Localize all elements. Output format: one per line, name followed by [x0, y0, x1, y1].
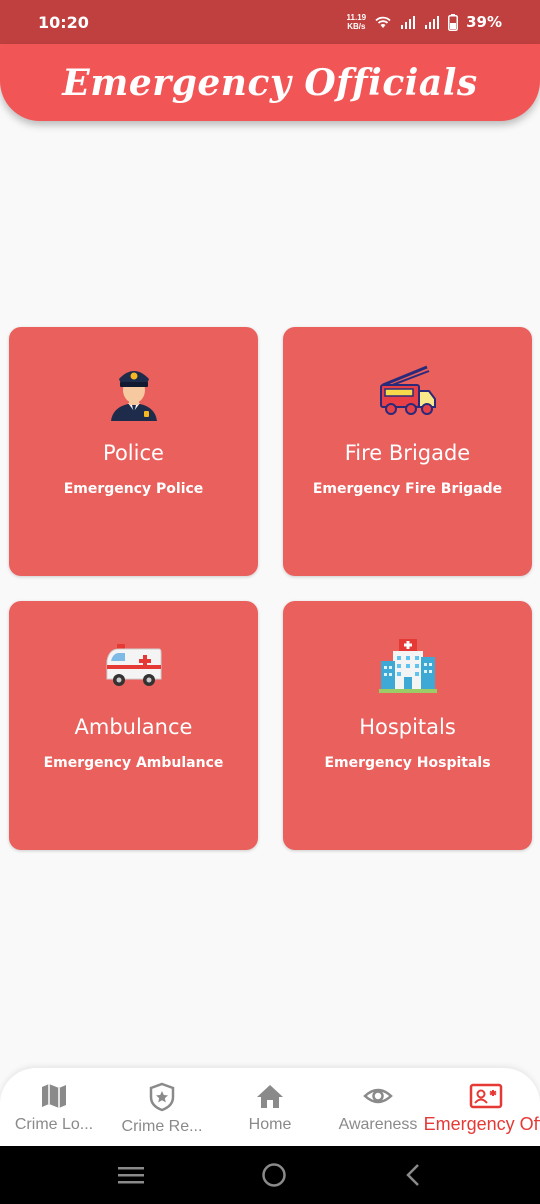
badge-star-icon [148, 1082, 176, 1112]
card-title: Fire Brigade [344, 441, 471, 465]
fire-brigade-card[interactable]: Fire Brigade Emergency Fire Brigade [283, 327, 532, 576]
status-bar: 10:20 11.19 KB/s 39% [0, 0, 540, 44]
recents-icon[interactable] [118, 1165, 145, 1185]
nav-label: Home [248, 1116, 292, 1133]
police-card[interactable]: Police Emergency Police [9, 327, 258, 576]
back-icon[interactable] [404, 1163, 422, 1187]
hospitals-card[interactable]: Hospitals Emergency Hospitals [283, 601, 532, 850]
system-nav-bar [0, 1146, 540, 1204]
eye-icon [363, 1082, 393, 1110]
app-header: Emergency Officials [0, 44, 540, 121]
police-officer-icon [103, 361, 165, 423]
wifi-icon [374, 15, 392, 29]
ambulance-icon [103, 635, 165, 697]
hospital-icon [377, 635, 439, 697]
net-speed-unit: KB/s [347, 22, 366, 31]
officials-grid: Police Emergency Police Fire Brigade Eme… [9, 327, 532, 850]
card-title: Hospitals [359, 715, 456, 739]
net-speed-value: 11.19 [346, 13, 367, 22]
map-icon [40, 1082, 68, 1110]
signal-icon [424, 15, 440, 29]
card-subtitle: Emergency Ambulance [43, 755, 224, 771]
card-subtitle: Emergency Police [63, 481, 204, 497]
home-circle-icon[interactable] [261, 1162, 287, 1188]
card-title: Police [103, 441, 164, 465]
nav-label: Awareness [338, 1116, 418, 1133]
fire-truck-icon [377, 361, 439, 423]
contact-card-icon [469, 1082, 503, 1110]
nav-crime-locations[interactable]: Crime Lo... [4, 1082, 104, 1134]
nav-emergency-officials[interactable]: Emergency Off. [424, 1082, 540, 1135]
status-icons: 11.19 KB/s 39% [347, 13, 502, 31]
page-title: Emergency Officials [62, 61, 478, 104]
home-icon [256, 1082, 284, 1110]
nav-label: Crime Re... [121, 1118, 203, 1135]
signal-icon [400, 15, 416, 29]
nav-crime-report[interactable]: Crime Re... [112, 1082, 212, 1136]
battery-icon [448, 13, 459, 31]
bottom-nav: Crime Lo... Crime Re... Home Awareness E… [0, 1068, 540, 1146]
card-subtitle: Emergency Hospitals [324, 755, 491, 771]
nav-label: Crime Lo... [14, 1116, 94, 1133]
status-time: 10:20 [38, 12, 89, 32]
card-subtitle: Emergency Fire Brigade [312, 481, 503, 497]
nav-home[interactable]: Home [220, 1082, 320, 1134]
ambulance-card[interactable]: Ambulance Emergency Ambulance [9, 601, 258, 850]
nav-awareness[interactable]: Awareness [328, 1082, 428, 1134]
net-speed: 11.19 KB/s [347, 13, 367, 31]
card-title: Ambulance [74, 715, 193, 739]
nav-label: Emergency Off. [423, 1114, 540, 1134]
battery-percent: 39% [466, 13, 502, 31]
